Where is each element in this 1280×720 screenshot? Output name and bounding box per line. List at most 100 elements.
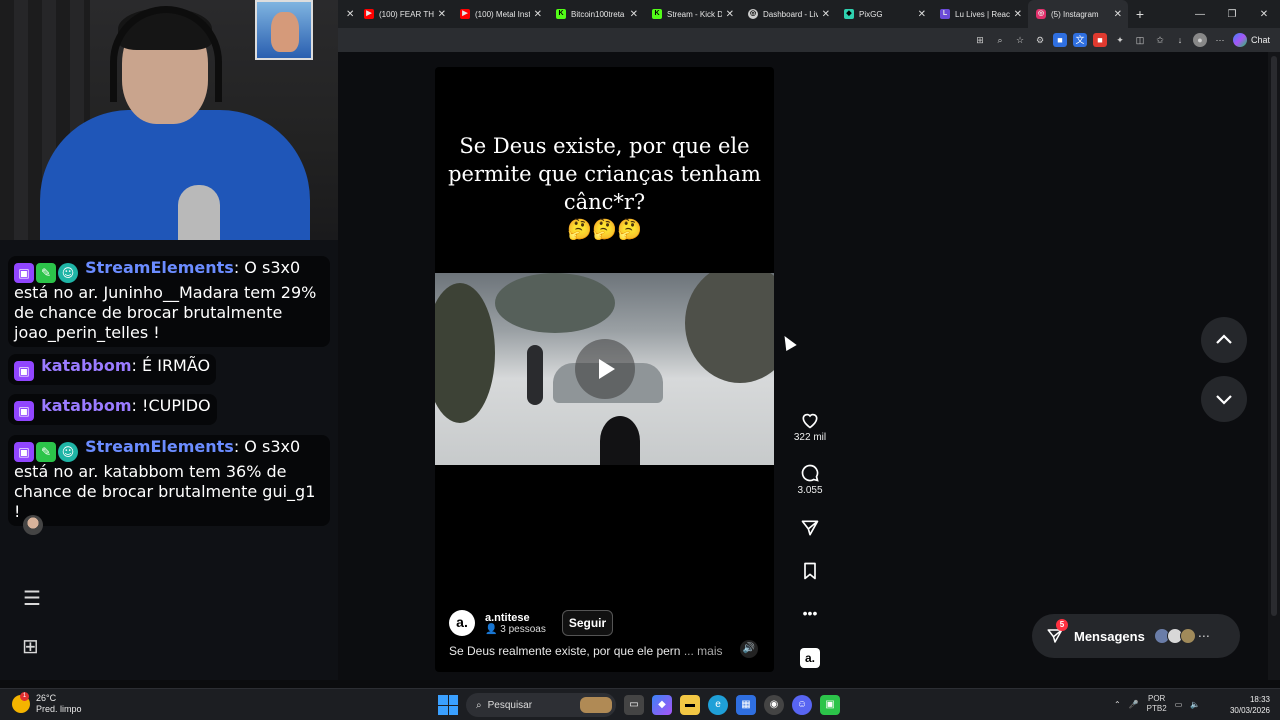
instagram-profile-avatar[interactable] xyxy=(23,515,43,535)
download-icon[interactable]: ↓ xyxy=(1173,33,1187,47)
zoom-icon[interactable]: ⌕ xyxy=(993,33,1007,47)
extension-icon[interactable]: ⚙ xyxy=(1033,33,1047,47)
close-icon[interactable]: ✕ xyxy=(1114,9,1122,20)
avatar xyxy=(1179,628,1196,644)
person-icon: 👤 xyxy=(485,623,498,635)
tab-close-leftover[interactable]: ✕ xyxy=(338,0,356,28)
author-username[interactable]: a.ntitese xyxy=(485,612,546,624)
tab-dashboard[interactable]: ◎ Dashboard - Liv ✕ xyxy=(740,0,836,28)
edge-icon[interactable]: e xyxy=(708,695,728,715)
weather-widget[interactable]: 1 26°C Pred. limpo xyxy=(12,692,82,715)
next-reel-button[interactable] xyxy=(1201,376,1247,422)
tab-kick-bitcoin[interactable]: K Bitcoin100treta ✕ xyxy=(548,0,644,28)
taskbar-search[interactable]: ⌕ Pesquisar xyxy=(466,693,616,717)
close-icon[interactable]: ✕ xyxy=(346,9,354,20)
bot-icon: ☺ xyxy=(58,263,78,283)
chat-text: : É IRMÃO xyxy=(131,356,211,375)
play-icon[interactable] xyxy=(575,339,635,399)
volume-icon[interactable]: 🔈 xyxy=(1190,700,1200,709)
split-screen-icon[interactable]: ◫ xyxy=(1133,33,1147,47)
save-button[interactable] xyxy=(790,561,830,581)
youtube-icon: ▶ xyxy=(460,9,470,19)
reel-video[interactable] xyxy=(435,273,774,465)
favorite-star-icon[interactable]: ☆ xyxy=(1013,33,1027,47)
chrome-icon[interactable]: ◉ xyxy=(764,695,784,715)
game-icon[interactable]: ▣ xyxy=(820,695,840,715)
message-avatars xyxy=(1153,628,1196,644)
close-icon[interactable]: ✕ xyxy=(918,9,926,20)
window-close-button[interactable]: ✕ xyxy=(1248,9,1280,20)
close-icon[interactable]: ✕ xyxy=(630,9,638,20)
discord-icon[interactable]: ☺ xyxy=(792,695,812,715)
store-icon[interactable]: ▦ xyxy=(736,695,756,715)
close-icon[interactable]: ✕ xyxy=(534,9,542,20)
file-explorer-icon[interactable]: ▬ xyxy=(680,695,700,715)
more-dots-icon: ⋯ xyxy=(1197,629,1210,643)
chevron-up-icon[interactable]: ⌃ xyxy=(1114,700,1121,709)
extension-red-icon[interactable]: ■ xyxy=(1092,33,1107,47)
task-view-icon[interactable]: ▭ xyxy=(624,695,644,715)
close-icon[interactable]: ✕ xyxy=(438,9,446,20)
close-icon[interactable]: ✕ xyxy=(822,9,830,20)
close-icon[interactable]: ✕ xyxy=(726,9,734,20)
kick-icon: K xyxy=(556,9,566,19)
windows-taskbar: 1 26°C Pred. limpo ⌕ Pesquisar ▭ ◆ ▬ e ▦… xyxy=(0,688,1280,720)
page-scrollbar[interactable] xyxy=(1268,52,1280,680)
reel-player[interactable]: Se Deus existe, por que ele permite que … xyxy=(435,67,774,672)
kick-icon: K xyxy=(652,9,662,19)
tab-youtube-fear[interactable]: ▶ (100) FEAR THE ✕ xyxy=(356,0,452,28)
tree xyxy=(685,273,774,383)
comment-icon xyxy=(801,464,819,482)
translate-icon[interactable]: 文 xyxy=(1072,33,1087,47)
copilot-icon[interactable]: ◆ xyxy=(652,695,672,715)
share-button[interactable] xyxy=(790,518,830,538)
apps-grid-icon[interactable]: ⊞ xyxy=(22,634,39,659)
like-button[interactable]: 322 mil xyxy=(790,410,830,443)
maximize-button[interactable]: ❐ xyxy=(1216,9,1248,20)
favorites-icon[interactable]: ✩ xyxy=(1153,33,1167,47)
person-in-video xyxy=(527,345,543,405)
chat-message: ▣ ✎ ☺ StreamElements: O s3x0 está no ar. J… xyxy=(8,256,330,347)
extension-blue-icon[interactable]: ■ xyxy=(1052,33,1067,47)
language-indicator[interactable]: POR PTB2 xyxy=(1147,694,1167,714)
tab-lu-lives[interactable]: L Lu Lives | React ✕ xyxy=(932,0,1028,28)
tab-kick-stream[interactable]: K Stream - Kick Da ✕ xyxy=(644,0,740,28)
more-link[interactable]: ... mais xyxy=(684,644,723,658)
react-icon: L xyxy=(940,9,950,19)
window-controls: — ❐ ✕ xyxy=(1184,9,1280,20)
app-available-icon[interactable]: ⊞ xyxy=(973,33,987,47)
system-tray: ⌃ 🎤 POR PTB2 ▭ 🔈 xyxy=(1114,694,1200,714)
author-avatar[interactable]: a. xyxy=(449,610,475,636)
messages-label: Mensagens xyxy=(1074,628,1145,644)
more-options-button[interactable]: ••• xyxy=(790,605,830,621)
more-dots-icon: ••• xyxy=(802,605,818,621)
clock[interactable]: 18:33 30/03/2026 xyxy=(1222,694,1270,716)
person-foreground xyxy=(600,416,640,465)
menu-icon[interactable]: ☰ xyxy=(23,586,41,611)
display-icon[interactable]: ▭ xyxy=(1175,700,1183,709)
audio-thumbnail[interactable]: a. xyxy=(800,648,820,668)
windows-start-icon[interactable] xyxy=(438,695,458,715)
chat-username: katabbom xyxy=(41,396,132,415)
previous-reel-button[interactable] xyxy=(1201,317,1247,363)
minimize-button[interactable]: — xyxy=(1184,9,1216,20)
close-icon[interactable]: ✕ xyxy=(1014,9,1022,20)
verified-icon: ✎ xyxy=(36,442,56,462)
globe-icon: ◎ xyxy=(748,9,758,19)
follow-button[interactable]: Seguir xyxy=(561,610,614,636)
temperature: 26°C xyxy=(36,693,57,703)
new-tab-button[interactable]: + xyxy=(1128,6,1152,22)
mic-icon[interactable]: 🎤 xyxy=(1129,700,1139,709)
tab-youtube-metal[interactable]: ▶ (100) Metal Inst ✕ xyxy=(452,0,548,28)
tab-instagram[interactable]: ◎ (5) Instagram ✕ xyxy=(1028,0,1128,28)
chat-text: : !CUPIDO xyxy=(131,396,211,415)
comment-button[interactable]: 3.055 xyxy=(790,463,830,496)
weather-icon: 1 xyxy=(12,692,30,713)
copilot-chat-button[interactable]: Chat xyxy=(1232,33,1270,47)
puzzle-icon[interactable]: ✦ xyxy=(1113,33,1127,47)
messages-button[interactable]: 5 Mensagens ⋯ xyxy=(1032,614,1240,658)
more-menu-icon[interactable]: ⋯ xyxy=(1213,33,1227,47)
tab-pixgg[interactable]: ◆ PixGG ✕ xyxy=(836,0,932,28)
profile-avatar[interactable]: ● xyxy=(1192,33,1207,47)
volume-icon[interactable]: 🔊 xyxy=(740,640,758,658)
